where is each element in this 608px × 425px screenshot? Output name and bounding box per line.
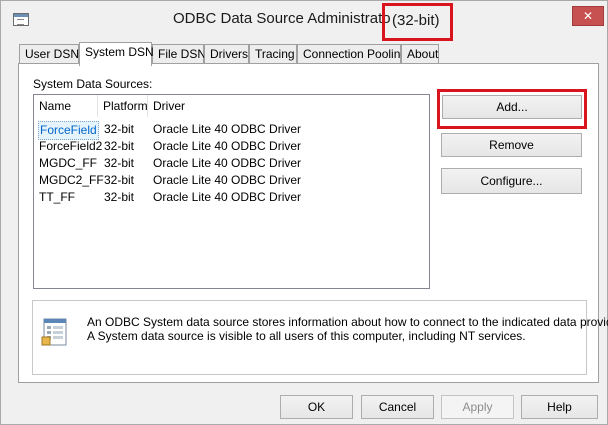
list-item[interactable]: TT_FF 32-bit Oracle Lite 40 ODBC Driver [34,189,429,206]
tab-about[interactable]: About [401,44,439,64]
dsn-name: MGDC2_FF [39,173,104,187]
dsn-driver: Oracle Lite 40 ODBC Driver [153,190,302,204]
close-button[interactable]: ✕ [572,6,604,26]
list-item[interactable]: ForceField2 32-bit Oracle Lite 40 ODBC D… [34,138,429,155]
title-bitness-highlight: (32-bit) [382,3,453,41]
system-data-sources-label: System Data Sources: [33,77,153,91]
cancel-button[interactable]: Cancel [361,395,434,419]
list-item[interactable]: ForceField 32-bit Oracle Lite 40 ODBC Dr… [34,121,429,140]
add-button[interactable]: Add... [442,95,582,119]
info-text-line-1: An ODBC System data source stores inform… [87,315,608,329]
configure-button[interactable]: Configure... [441,168,582,194]
tab-tracing[interactable]: Tracing [249,44,297,64]
odbc-admin-icon [13,13,29,26]
dsn-driver: Oracle Lite 40 ODBC Driver [153,122,302,136]
tab-drivers[interactable]: Drivers [204,44,249,64]
column-header-name[interactable]: Name [34,95,98,117]
tab-user-dsn[interactable]: User DSN [19,44,79,64]
ok-button[interactable]: OK [280,395,353,419]
window-title: ODBC Data Source Administrato [173,10,391,27]
system-data-sources-list[interactable]: Name Platform Driver ForceField 32-bit O… [33,94,430,289]
dsn-driver: Oracle Lite 40 ODBC Driver [153,139,302,153]
close-icon: ✕ [582,9,594,23]
dsn-name: MGDC_FF [39,156,97,170]
list-header: Name Platform Driver [34,95,429,117]
column-header-platform[interactable]: Platform [98,95,148,117]
data-source-icon [41,317,71,347]
odbc-admin-window: ODBC Data Source Administrato (32-bit) ✕… [0,0,608,425]
tab-connection-pooling[interactable]: Connection Pooling [297,44,407,64]
list-item[interactable]: MGDC_FF 32-bit Oracle Lite 40 ODBC Drive… [34,155,429,172]
list-item[interactable]: MGDC2_FF 32-bit Oracle Lite 40 ODBC Driv… [34,172,429,189]
tab-file-dsn[interactable]: File DSN [152,44,206,64]
dsn-driver: Oracle Lite 40 ODBC Driver [153,173,302,187]
dsn-name: ForceField2 [39,139,103,153]
tab-system-dsn[interactable]: System DSN [79,42,154,66]
dsn-driver: Oracle Lite 40 ODBC Driver [153,156,302,170]
window-title-bitness: (32-bit) [392,12,440,29]
title-bar: ODBC Data Source Administrato (32-bit) ✕ [1,1,607,41]
help-button[interactable]: Help [521,395,598,419]
dsn-platform: 32-bit [104,173,135,187]
remove-button[interactable]: Remove [441,133,582,157]
apply-button[interactable]: Apply [441,395,514,419]
dsn-platform: 32-bit [104,122,135,136]
info-text-line-2: A System data source is visible to all u… [87,329,526,343]
dsn-platform: 32-bit [104,190,135,204]
dsn-platform: 32-bit [104,156,135,170]
dsn-platform: 32-bit [104,139,135,153]
column-header-driver[interactable]: Driver [148,95,429,117]
dsn-name: TT_FF [39,190,75,204]
